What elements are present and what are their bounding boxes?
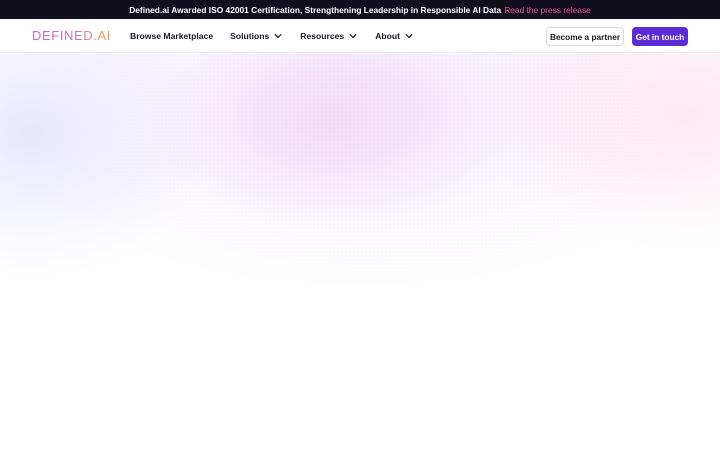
get-in-touch-button[interactable]: Get in touch — [632, 27, 688, 46]
nav-item-browse-marketplace[interactable]: Browse Marketplace — [130, 31, 213, 41]
main-nav: Browse Marketplace Solutions Resources A… — [130, 19, 431, 53]
nav-item-label: About — [375, 31, 401, 41]
defined-ai-logo[interactable]: DEFINED.AI — [32, 29, 111, 43]
nav-item-label: Resources — [300, 31, 345, 41]
nav-item-label: Browse Marketplace — [130, 31, 214, 41]
become-partner-button[interactable]: Become a partner — [546, 27, 624, 46]
nav-item-resources[interactable]: Resources — [300, 31, 358, 41]
announcement-bar: Defined.ai Awarded ISO 42001 Certificati… — [0, 0, 720, 19]
dot-pattern-overlay — [0, 54, 720, 450]
site-header: DEFINED.AI Browse Marketplace Solutions … — [0, 19, 720, 53]
chevron-down-icon — [273, 31, 283, 41]
nav-item-solutions[interactable]: Solutions — [230, 31, 283, 41]
announcement-text: Defined.ai Awarded ISO 42001 Certificati… — [129, 4, 502, 15]
press-release-link[interactable]: Read the press release — [504, 5, 591, 15]
nav-item-label: Solutions — [230, 31, 270, 41]
hero-background — [0, 54, 720, 450]
chevron-down-icon — [404, 31, 414, 41]
nav-item-about[interactable]: About — [375, 31, 414, 41]
chevron-down-icon — [348, 31, 358, 41]
